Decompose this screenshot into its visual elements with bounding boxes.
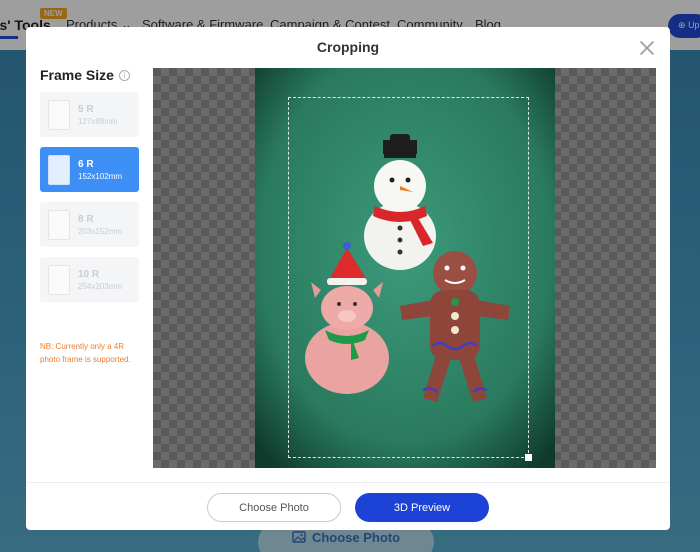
- size-name: 8 R: [78, 213, 94, 225]
- choose-photo-button[interactable]: Choose Photo: [207, 493, 341, 522]
- size-dims: 152x102mm: [78, 171, 123, 181]
- size-dims: 127x89mm: [78, 116, 118, 126]
- crop-canvas[interactable]: [153, 68, 656, 468]
- size-dims: 254x203mm: [78, 281, 123, 291]
- modal-footer: Choose Photo 3D Preview: [26, 482, 670, 530]
- crop-resize-handle[interactable]: [525, 454, 532, 461]
- size-option-8r[interactable]: 8 R 203x152mm: [40, 202, 139, 247]
- cropping-modal: Cropping Frame Size i 5 R 127x89mm 6 R 1…: [26, 27, 670, 530]
- frame-thumbnail: [48, 99, 70, 130]
- size-name: 5 R: [78, 103, 94, 115]
- size-name: 6 R: [78, 158, 94, 170]
- info-icon[interactable]: i: [118, 69, 130, 81]
- size-name: 10 R: [78, 268, 100, 280]
- frame-size-sidebar: Frame Size i 5 R 127x89mm 6 R 152x102mm …: [40, 67, 140, 364]
- frame-size-heading: Frame Size i: [40, 67, 140, 83]
- crop-selection-box[interactable]: [288, 97, 529, 458]
- frame-thumbnail: [48, 209, 70, 240]
- modal-title: Cropping: [316, 39, 380, 55]
- size-option-10r[interactable]: 10 R 254x203mm: [40, 257, 139, 302]
- size-dims: 203x152mm: [78, 226, 123, 236]
- size-option-6r[interactable]: 6 R 152x102mm: [40, 147, 139, 192]
- frame-size-title: Frame Size: [40, 67, 114, 83]
- size-option-5r[interactable]: 5 R 127x89mm: [40, 92, 139, 137]
- frame-thumbnail: [48, 154, 70, 185]
- frame-thumbnail: [48, 264, 70, 295]
- 3d-preview-button[interactable]: 3D Preview: [355, 493, 489, 522]
- frame-note: NB: Currently only a 4R photo frame is s…: [40, 342, 131, 364]
- close-icon[interactable]: [638, 39, 656, 57]
